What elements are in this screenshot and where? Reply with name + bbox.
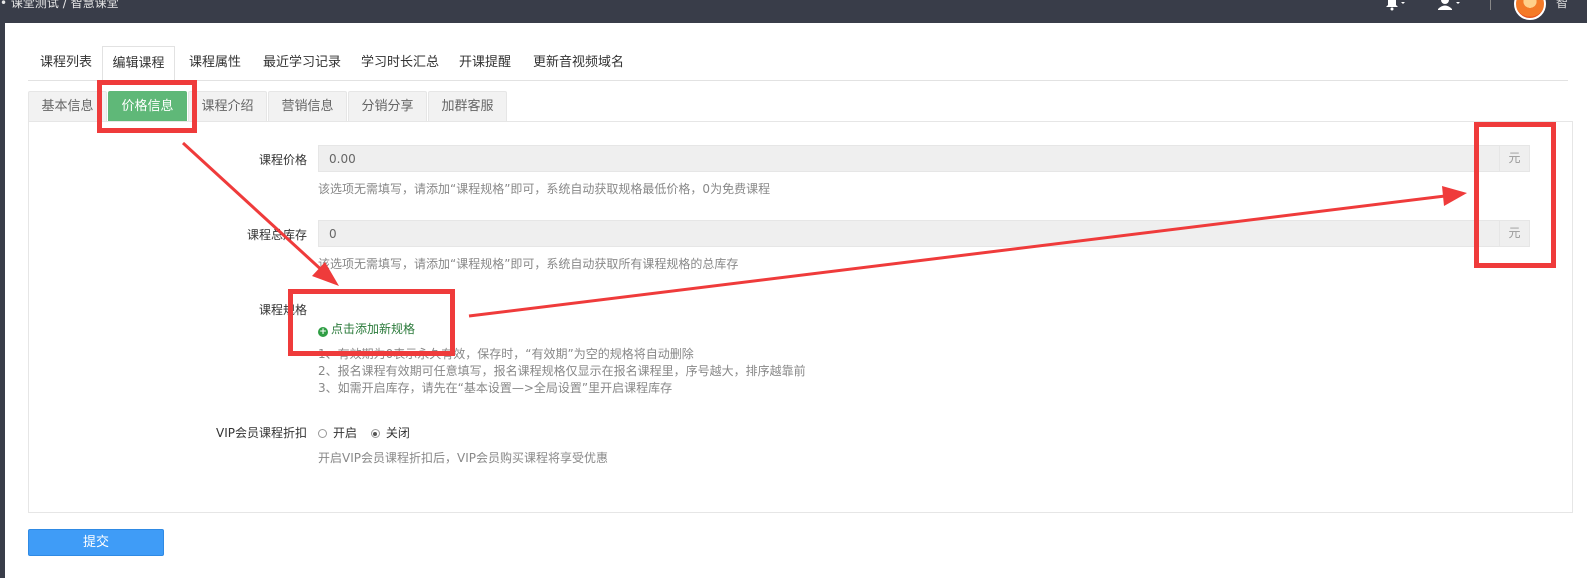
radio-unchecked-icon[interactable]	[318, 429, 327, 438]
tab-update-media-domain[interactable]: 更新音视频域名	[533, 46, 624, 81]
tab-course-attributes[interactable]: 课程属性	[189, 46, 241, 81]
annotation-box-price-tab	[97, 80, 197, 133]
stock-value: 0	[329, 227, 337, 241]
stock-hint: 该选项无需填写，请添加“课程规格”即可，系统自动获取所有课程规格的总库存	[318, 257, 739, 271]
annotation-box-add-spec	[288, 289, 455, 356]
submit-button[interactable]: 提交	[28, 529, 164, 556]
annotation-box-unit	[1474, 122, 1556, 268]
sidebar-edge	[0, 23, 5, 578]
vip-discount-label: VIP会员课程折扣	[216, 426, 307, 440]
radio-checked-icon[interactable]	[370, 429, 380, 438]
stock-input[interactable]: 0 元	[318, 220, 1530, 247]
header-divider	[1490, 0, 1491, 10]
vip-discount-radio-group: 开启 关闭	[318, 424, 420, 441]
tab-course-list[interactable]: 课程列表	[40, 46, 92, 81]
spec-note-3: 3、如需开启库存，请先在“基本设置—>全局设置”里开启课程库存	[318, 381, 673, 395]
top-header: • 课堂测试 / 智慧课堂 智	[0, 0, 1587, 23]
bell-icon[interactable]	[1384, 0, 1406, 12]
tab-recent-study-records[interactable]: 最近学习记录	[263, 46, 341, 81]
subtab-basic-info[interactable]: 基本信息	[28, 91, 107, 122]
tab-edit-course[interactable]: 编辑课程	[102, 46, 175, 81]
spec-note-2: 2、报名课程有效期可任意填写，报名课程规格仅显示在报名课程里，序号越大，排序越靠…	[318, 364, 806, 378]
price-label: 课程价格	[258, 153, 307, 167]
vip-option-on[interactable]: 开启	[318, 424, 357, 441]
main-tab-bar: 课程列表 编辑课程 课程属性 最近学习记录 学习时长汇总 开课提醒 更新音视频域…	[28, 46, 1568, 81]
stock-label: 课程总库存	[246, 228, 307, 242]
vip-option-off[interactable]: 关闭	[370, 424, 410, 441]
subtab-marketing-info[interactable]: 营销信息	[268, 91, 347, 122]
subtab-course-intro[interactable]: 课程介绍	[188, 91, 267, 122]
price-value: 0.00	[329, 152, 356, 166]
tab-study-duration-summary[interactable]: 学习时长汇总	[361, 46, 439, 81]
price-hint: 该选项无需填写，请添加“课程规格”即可，系统自动获取规格最低价格，0为免费课程	[318, 182, 771, 196]
avatar[interactable]	[1514, 0, 1546, 20]
breadcrumb[interactable]: • 课堂测试 / 智慧课堂	[0, 0, 119, 11]
vip-option-on-label: 开启	[333, 426, 358, 440]
tab-class-reminder[interactable]: 开课提醒	[459, 46, 511, 81]
user-name[interactable]: 智	[1556, 0, 1568, 11]
subtab-group-service[interactable]: 加群客服	[428, 91, 507, 122]
vip-discount-hint: 开启VIP会员课程折扣后，VIP会员购买课程将享受优惠	[318, 451, 608, 465]
price-input[interactable]: 0.00 元	[318, 145, 1530, 172]
subtab-distribution-share[interactable]: 分销分享	[348, 91, 427, 122]
user-icon[interactable]	[1436, 0, 1462, 12]
sub-tab-bar: 基本信息 价格信息 课程介绍 营销信息 分销分享 加群客服	[28, 91, 1568, 122]
vip-option-off-label: 关闭	[385, 426, 410, 440]
